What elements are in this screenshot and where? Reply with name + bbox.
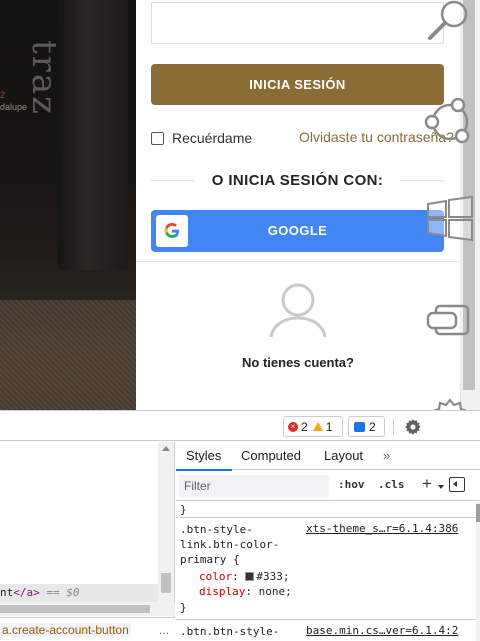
elements-scrollbar-thumb[interactable] [161,573,171,593]
rule-selector[interactable]: .btn.btn-style-link.btn-{ [180,624,300,641]
style-rules: } .btn-style-link.btn-color-primary { xt… [176,502,476,641]
toolbar-divider [393,419,394,435]
css-declaration[interactable]: display: none; [199,585,292,598]
bottle-brand-text: traz [24,40,64,117]
login-button[interactable]: INICIA SESIÓN [151,64,444,105]
styles-pane: Styles Computed Layout » Filter :hov .cl… [175,442,480,641]
password-input[interactable] [151,2,444,44]
selected-dom-node[interactable]: nt</a> == $0 [0,584,158,602]
message-icon [354,421,365,432]
search-icon[interactable] [426,0,472,49]
new-rule-menu-icon[interactable] [438,485,444,489]
bottle-vintage-number: 2 [0,90,6,100]
rule-selector[interactable]: .btn-style-link.btn-color-primary { [180,522,290,567]
css-property: display [199,585,246,598]
elements-hscrollbar-thumb[interactable] [0,605,150,613]
section-divider [136,261,460,262]
page-viewport: traz 2 dalupe INICIA SESIÓN Recuérdame O… [0,0,480,410]
css-property: color [199,570,233,583]
breadcrumb-item[interactable]: a.create-account-button [0,623,131,637]
error-icon: × [288,421,298,432]
rule-source-link[interactable]: xts-theme_s…r=6.1.4:386 [306,522,458,535]
styles-scrollbar[interactable] [476,502,480,641]
rule-source-link[interactable]: base.min.cs…ver=6.1.4:2 [306,624,458,637]
remember-label[interactable]: Recuérdame [172,130,252,146]
google-button-label: GOOGLE [267,223,328,238]
breadcrumb-more[interactable]: ... [159,618,169,641]
google-login-button[interactable]: GOOGLE [151,210,444,252]
title-rule-right [400,179,444,181]
wine-bottle [58,0,128,270]
remember-checkbox[interactable] [151,131,164,145]
rule-close-brace: } [180,601,187,614]
new-rule-icon[interactable]: + [422,474,432,494]
rule-divider [176,619,476,620]
css-declaration[interactable]: color: #333; [199,570,290,583]
styles-scrollbar-thumb[interactable] [476,504,480,522]
error-count: 2 [301,419,308,434]
elements-scrollbar[interactable] [158,442,174,614]
issues-counter[interactable]: × 2 1 [283,416,343,437]
dom-breadcrumb: a.create-account-button ... [0,617,175,641]
title-rule-left [151,179,195,181]
message-count: 2 [369,419,376,434]
elements-pane: nt</a> == $0 a.create-account-button ... [0,442,175,641]
warning-count: 1 [325,419,333,434]
scroll-up-arrow-icon[interactable] [162,446,170,451]
tab-styles[interactable]: Styles [175,442,233,471]
toggle-sidebar-icon[interactable] [449,477,465,492]
hero-image: traz 2 dalupe [0,0,136,410]
elements-hscrollbar[interactable] [0,602,175,616]
gear-icon[interactable] [426,396,474,410]
css-value: none; [258,585,292,598]
tab-more-icon[interactable]: » [383,442,390,470]
css-value: #333; [256,570,290,583]
no-account-text: No tienes cuenta? [242,355,354,370]
devtools-settings-icon[interactable] [404,418,422,441]
messages-counter[interactable]: 2 [348,416,385,437]
node-close-tag: </a> [13,586,40,599]
previous-rule-close: } [180,503,187,516]
node-console-ref: == $0 [39,586,80,599]
tab-computed[interactable]: Computed [241,442,301,470]
share-icon[interactable] [424,97,474,149]
node-text-tail: nt [0,586,14,599]
tablet-icon[interactable] [426,304,472,343]
warning-icon [312,422,323,431]
burlap-texture [0,300,136,410]
windows-icon[interactable] [426,195,474,247]
user-icon [268,282,328,343]
bottle-vintage-place: dalupe [0,102,28,112]
devtools-panel: × 2 1 2 nt</a> == $0 a.create-account-bu… [0,410,480,641]
devtools-toolbar: × 2 1 2 [0,411,480,441]
cls-toggle[interactable]: .cls [378,478,405,491]
social-login-title: O INICIA SESIÓN CON: [211,171,384,189]
color-swatch[interactable] [245,572,255,581]
social-login-title-row: O INICIA SESIÓN CON: [151,170,444,190]
styles-filter-row: Filter :hov .cls + [176,471,480,501]
styles-tabbar: Styles Computed Layout » [175,442,480,471]
google-logo-icon [156,215,188,247]
remember-row: Recuérdame [151,129,252,147]
styles-filter-input[interactable]: Filter [179,475,329,497]
login-form: INICIA SESIÓN Recuérdame Olvidaste tu co… [136,0,460,410]
tab-layout[interactable]: Layout [324,442,363,470]
hov-toggle[interactable]: :hov [338,478,365,491]
rule-divider [176,517,476,518]
